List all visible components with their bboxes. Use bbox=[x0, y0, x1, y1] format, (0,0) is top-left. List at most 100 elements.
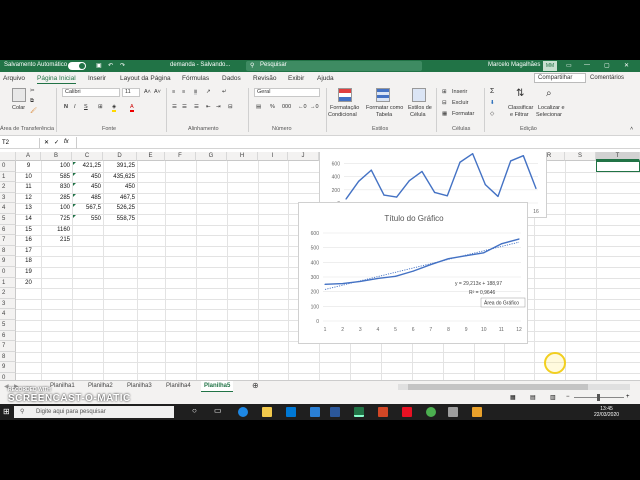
cell-a[interactable]: 17 bbox=[16, 246, 41, 257]
cell-styles-label1[interactable]: Estilos de bbox=[408, 105, 432, 111]
minimize-icon[interactable]: — bbox=[584, 62, 590, 68]
cell-a[interactable]: 11 bbox=[16, 182, 41, 193]
name-box[interactable]: T2 bbox=[0, 138, 40, 148]
column-header-a[interactable]: A bbox=[16, 152, 41, 161]
cell-a[interactable]: 15 bbox=[16, 225, 41, 236]
sheet-tab-planilha4[interactable]: Planilha4 bbox=[166, 383, 191, 389]
row-header[interactable]: 1 bbox=[0, 277, 16, 289]
row-header[interactable]: 6 bbox=[0, 224, 16, 236]
chrome-icon[interactable] bbox=[426, 407, 436, 417]
collapse-ribbon-icon[interactable]: ˄ bbox=[630, 126, 633, 132]
tab-ajuda[interactable]: Ajuda bbox=[317, 75, 334, 82]
taskbar-search[interactable]: ⚲ Digite aqui para pesquisar bbox=[14, 406, 174, 418]
redo-icon[interactable]: ↷ bbox=[120, 62, 125, 69]
row-header[interactable]: 9 bbox=[0, 362, 16, 373]
add-sheet-icon[interactable]: ⊕ bbox=[252, 381, 259, 390]
chart-2[interactable]: 0 100 200 300 400 500 600 1 2 3 4 5 6 7 8 9 10 11 12 Título… bbox=[298, 202, 528, 344]
cell-b[interactable]: 585 bbox=[41, 172, 72, 183]
cell-d[interactable]: 391,25 bbox=[103, 161, 137, 172]
cell-d[interactable]: 450 bbox=[103, 182, 137, 193]
row-header[interactable]: 2 bbox=[0, 288, 16, 299]
sheet-tab-planilha3[interactable]: Planilha3 bbox=[127, 383, 152, 389]
sort-filter-icon[interactable]: ⇅ bbox=[516, 88, 530, 102]
fill-icon[interactable]: ⬇ bbox=[490, 100, 495, 106]
powerpoint-icon[interactable] bbox=[378, 407, 388, 417]
cell-a[interactable]: 13 bbox=[16, 203, 41, 214]
row-header[interactable]: 9 bbox=[0, 256, 16, 267]
cell-c[interactable]: 567,5 bbox=[72, 203, 103, 214]
row-header[interactable]: 7 bbox=[0, 235, 16, 246]
align-center-icon[interactable]: ☰ bbox=[182, 104, 187, 110]
insert-cells-label[interactable]: Inserir bbox=[452, 89, 467, 95]
align-top-icon[interactable]: ≡ bbox=[172, 89, 175, 95]
undo-icon[interactable]: ↶ bbox=[108, 62, 113, 69]
pdf-icon[interactable] bbox=[402, 407, 412, 417]
format-table-label2[interactable]: Tabela bbox=[376, 112, 392, 118]
search-box[interactable]: ⚲ Pesquisar bbox=[246, 61, 422, 71]
cell-styles-label2[interactable]: Célula bbox=[410, 112, 426, 118]
system-clock[interactable]: 13:45 22/03/2020 bbox=[594, 406, 619, 418]
cell-a[interactable]: 12 bbox=[16, 193, 41, 204]
align-right-icon[interactable]: ☰ bbox=[194, 104, 199, 110]
normal-view-icon[interactable]: ▦ bbox=[510, 394, 516, 401]
cut-icon[interactable]: ✂ bbox=[30, 88, 35, 94]
cancel-icon[interactable]: ✕ bbox=[44, 139, 49, 146]
delete-cells-label[interactable]: Excluir bbox=[452, 100, 469, 106]
column-header-e[interactable]: E bbox=[137, 152, 165, 161]
row-header[interactable]: 4 bbox=[0, 309, 16, 320]
paste-icon[interactable] bbox=[12, 88, 26, 102]
font-size-select[interactable]: 11 bbox=[122, 88, 140, 97]
comments-button[interactable]: Comentários bbox=[590, 75, 624, 81]
row-header[interactable]: 0 bbox=[0, 267, 16, 278]
cell-d[interactable]: 467,5 bbox=[103, 193, 137, 204]
tab-dados[interactable]: Dados bbox=[222, 75, 241, 82]
sheet-tab-planilha5[interactable]: Planilha5 bbox=[201, 381, 234, 392]
page-layout-icon[interactable]: ▤ bbox=[530, 394, 536, 401]
delete-cells-icon[interactable]: ⊟ bbox=[442, 100, 447, 106]
cell-b[interactable]: 285 bbox=[41, 193, 72, 204]
edge-icon[interactable] bbox=[238, 407, 248, 417]
cell-c[interactable]: 550 bbox=[72, 214, 103, 225]
cell-c[interactable]: 450 bbox=[72, 172, 103, 183]
file-explorer-icon[interactable] bbox=[262, 407, 272, 417]
cell-c[interactable]: 421,25 bbox=[72, 161, 103, 172]
tab-revisao[interactable]: Revisão bbox=[253, 75, 276, 82]
italic-button[interactable]: I bbox=[74, 104, 76, 110]
increase-indent-icon[interactable]: ⇥ bbox=[216, 104, 221, 110]
function-icon[interactable]: fx bbox=[64, 139, 69, 145]
autosum-icon[interactable]: Σ bbox=[490, 88, 494, 95]
store-icon[interactable] bbox=[286, 407, 296, 417]
conditional-format-icon[interactable] bbox=[338, 88, 352, 102]
cell-b[interactable]: 100 bbox=[41, 203, 72, 214]
format-table-icon[interactable] bbox=[376, 88, 390, 102]
tab-arquivo[interactable]: Arquivo bbox=[3, 75, 25, 82]
accounting-icon[interactable]: ▤ bbox=[256, 104, 261, 110]
zoom-out-icon[interactable]: − bbox=[566, 394, 570, 400]
find-select-icon[interactable]: ⌕ bbox=[546, 88, 560, 102]
column-header-b[interactable]: B bbox=[41, 152, 72, 161]
cell-b[interactable]: 1160 bbox=[41, 225, 72, 236]
row-header[interactable]: 8 bbox=[0, 245, 16, 257]
align-bottom-icon[interactable]: ≡ bbox=[194, 89, 198, 95]
format-painter-icon[interactable]: 🖌 bbox=[30, 108, 37, 114]
number-format-select[interactable]: Geral bbox=[254, 88, 320, 97]
selected-cell[interactable] bbox=[596, 161, 640, 172]
decrease-indent-icon[interactable]: ⇤ bbox=[206, 104, 211, 110]
increase-decimal-icon[interactable]: ←0 bbox=[298, 104, 307, 110]
conditional-format-label2[interactable]: Condicional bbox=[328, 112, 357, 118]
zoom-thumb[interactable] bbox=[597, 394, 600, 401]
task-view-icon[interactable]: ▭ bbox=[214, 406, 224, 416]
cell-b[interactable]: 725 bbox=[41, 214, 72, 225]
shrink-font-icon[interactable]: A˅ bbox=[154, 89, 161, 95]
align-left-icon[interactable]: ☰ bbox=[172, 104, 177, 110]
word-icon[interactable] bbox=[330, 407, 340, 417]
share-button[interactable]: Compartilhar bbox=[534, 73, 586, 83]
align-middle-icon[interactable]: ≡ bbox=[182, 89, 185, 95]
column-header-i[interactable]: I bbox=[258, 152, 288, 161]
scrollbar-thumb[interactable] bbox=[408, 384, 588, 390]
cell-d[interactable]: 526,25 bbox=[103, 203, 137, 214]
row-header[interactable]: 0 bbox=[0, 373, 16, 380]
tab-exibir[interactable]: Exibir bbox=[288, 75, 304, 82]
tab-pagina-inicial[interactable]: Página Inicial bbox=[37, 75, 76, 84]
save-icon[interactable]: ▣ bbox=[96, 62, 102, 69]
